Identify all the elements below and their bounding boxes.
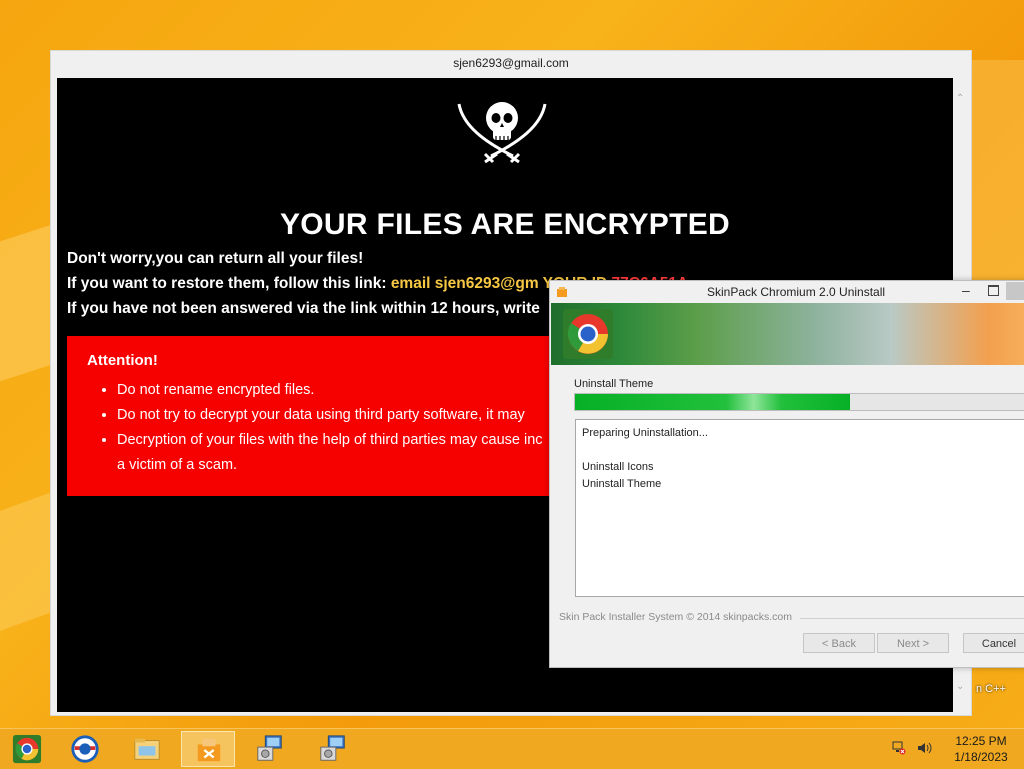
attention-item: a victim of a scam.: [117, 457, 238, 473]
branding-divider: [800, 618, 1024, 619]
progress-fill: [575, 394, 850, 410]
log-line: Preparing Uninstallation...: [582, 427, 708, 439]
uninstall-progress-bar: [574, 393, 1024, 411]
log-line: Uninstall Icons: [582, 461, 654, 473]
attention-item: Do not rename encrypted files.: [117, 378, 543, 403]
uninstall-log[interactable]: Preparing Uninstallation... Uninstall Ic…: [575, 419, 1024, 597]
ransom-line-2-prefix: If you want to restore them, follow this…: [67, 275, 391, 292]
cancel-button[interactable]: Cancel: [963, 633, 1024, 653]
next-button[interactable]: Next >: [877, 633, 949, 653]
clock-time: 12:25 PM: [955, 734, 1007, 748]
taskbar-item-uninstaller[interactable]: [181, 731, 235, 767]
clock-date: 1/18/2023: [954, 750, 1008, 764]
scroll-down-icon[interactable]: ⌄: [956, 681, 964, 692]
ie-icon: [71, 735, 99, 763]
chrome-icon: [12, 734, 42, 764]
dialog-title: SkinPack Chromium 2.0 Uninstall: [707, 285, 886, 299]
skull-crossed-swords-icon: [457, 102, 547, 164]
minimize-button[interactable]: –: [962, 282, 970, 298]
close-button[interactable]: [1006, 282, 1024, 300]
maximize-button[interactable]: [988, 285, 999, 296]
attention-list: Do not rename encrypted files. Do not tr…: [97, 378, 543, 478]
taskbar-item-explorer[interactable]: [120, 731, 174, 767]
log-line: Uninstall Theme: [582, 478, 662, 490]
taskbar-item-setup-1[interactable]: [243, 731, 297, 767]
taskbar-item-chrome[interactable]: [0, 731, 54, 767]
installer-app-icon: [557, 287, 567, 297]
attention-item: Decryption of your files with the help o…: [117, 428, 543, 453]
ransom-line-3: If you have not been answered via the li…: [67, 300, 540, 317]
scroll-up-icon[interactable]: ⌃: [956, 93, 964, 104]
ransom-email-link[interactable]: email sjen6293@gm: [391, 275, 539, 292]
section-label: Uninstall Theme: [574, 378, 654, 390]
attention-heading: Attention!: [87, 352, 158, 369]
attention-item: Do not try to decrypt your data using th…: [117, 403, 543, 428]
network-icon[interactable]: [892, 741, 906, 755]
setup-icon: [257, 735, 282, 761]
ransom-window-title: sjen6293@gmail.com: [453, 56, 569, 70]
volume-icon[interactable]: [917, 741, 933, 755]
dialog-banner: [551, 303, 1024, 365]
ransom-line-1: Don't worry,you can return all your file…: [67, 250, 364, 267]
taskbar-item-ie[interactable]: [58, 731, 112, 767]
setup-icon: [320, 735, 345, 761]
dialog-titlebar[interactable]: SkinPack Chromium 2.0 Uninstall –: [550, 281, 1024, 303]
system-clock[interactable]: 12:25 PM 1/18/2023: [946, 733, 1016, 765]
taskbar: 12:25 PM 1/18/2023: [0, 728, 1024, 769]
installer-branding: Skin Pack Installer System © 2014 skinpa…: [559, 611, 792, 623]
desktop-icon-label[interactable]: n C++: [976, 683, 1006, 695]
ransom-headline: YOUR FILES ARE ENCRYPTED: [279, 208, 731, 241]
uninstall-dialog[interactable]: SkinPack Chromium 2.0 Uninstall – Uninst…: [549, 280, 1024, 668]
back-button[interactable]: < Back: [803, 633, 875, 653]
uninstall-app-icon: [197, 738, 221, 762]
chromium-logo-icon: [563, 309, 613, 359]
file-explorer-icon: [134, 738, 160, 760]
taskbar-item-setup-2[interactable]: [306, 731, 360, 767]
